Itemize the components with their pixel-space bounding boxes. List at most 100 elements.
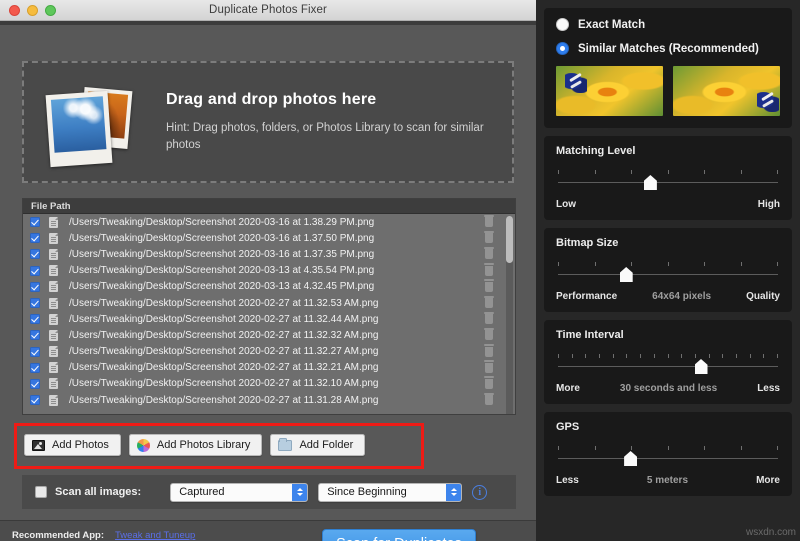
table-row[interactable]: /Users/Tweaking/Desktop/Screenshot 2020-…	[23, 392, 515, 408]
document-icon	[49, 217, 58, 228]
slider-left-label: Performance	[556, 291, 617, 302]
table-row[interactable]: /Users/Tweaking/Desktop/Screenshot 2020-…	[23, 311, 515, 327]
row-checkbox[interactable]	[30, 217, 40, 227]
table-row[interactable]: /Users/Tweaking/Desktop/Screenshot 2020-…	[23, 360, 515, 376]
delete-icon[interactable]	[485, 347, 493, 357]
match-mode-panel: Exact Match Similar Matches (Recommended)	[544, 8, 792, 128]
document-icon	[49, 314, 58, 325]
main-content-panel: Drag and drop photos here Hint: Drag pho…	[0, 21, 536, 541]
table-row[interactable]: /Users/Tweaking/Desktop/Screenshot 2020-…	[23, 263, 515, 279]
table-row[interactable]: /Users/Tweaking/Desktop/Screenshot 2020-…	[23, 344, 515, 360]
row-checkbox[interactable]	[30, 363, 40, 373]
scan-for-duplicates-button[interactable]: Scan for Duplicates	[322, 529, 476, 541]
button-label: Add Photos	[52, 439, 109, 451]
slider-ticks	[558, 262, 778, 266]
slider-track[interactable]	[558, 182, 778, 183]
row-checkbox[interactable]	[30, 330, 40, 340]
row-checkbox[interactable]	[30, 395, 40, 405]
delete-icon[interactable]	[485, 379, 493, 389]
scrollbar-thumb[interactable]	[506, 216, 513, 263]
table-row[interactable]: /Users/Tweaking/Desktop/Screenshot 2020-…	[23, 230, 515, 246]
scan-all-images-checkbox[interactable]	[35, 486, 47, 498]
add-buttons-group: Add Photos Add Photos Library Add Folder	[24, 434, 365, 456]
delete-icon[interactable]	[485, 282, 493, 292]
radio-button[interactable]	[556, 18, 569, 31]
add-photos-library-button[interactable]: Add Photos Library	[129, 434, 263, 456]
slider-knob[interactable]	[624, 451, 637, 466]
file-list: File Path /Users/Tweaking/Desktop/Screen…	[22, 198, 516, 415]
delete-icon[interactable]	[485, 395, 493, 405]
captured-select[interactable]: Captured	[170, 483, 308, 502]
table-row[interactable]: /Users/Tweaking/Desktop/Screenshot 2020-…	[23, 327, 515, 343]
slider-left-label: More	[556, 383, 580, 394]
delete-icon[interactable]	[485, 314, 493, 324]
slider-panel-gps: GPSLess5 metersMore	[544, 412, 792, 496]
slider-knob[interactable]	[620, 267, 633, 282]
slider-labels: More30 seconds and lessLess	[556, 383, 780, 394]
photo-icon	[32, 440, 45, 451]
slider-matching-level[interactable]	[558, 170, 778, 192]
watermark: wsxdn.com	[746, 527, 796, 538]
slider-time-interval[interactable]	[558, 354, 778, 376]
slider-ticks	[558, 354, 778, 358]
slider-panel-bitmap-size: Bitmap SizePerformance64x64 pixelsQualit…	[544, 228, 792, 312]
radio-similar[interactable]: Similar Matches (Recommended)	[556, 42, 780, 55]
row-checkbox[interactable]	[30, 282, 40, 292]
button-label: Add Folder	[299, 439, 353, 451]
slider-title: Matching Level	[556, 145, 780, 157]
settings-sidebar: Exact Match Similar Matches (Recommended)…	[536, 0, 800, 541]
slider-bitmap-size[interactable]	[558, 262, 778, 284]
row-checkbox[interactable]	[30, 233, 40, 243]
slider-ticks	[558, 446, 778, 450]
title-bar: Duplicate Photos Fixer	[0, 0, 536, 21]
slider-gps[interactable]	[558, 446, 778, 468]
slider-right-label: Less	[757, 383, 780, 394]
delete-icon[interactable]	[485, 233, 493, 243]
slider-track[interactable]	[558, 366, 778, 367]
scan-all-images-label: Scan all images:	[55, 486, 141, 498]
info-icon[interactable]: i	[472, 485, 487, 500]
file-path-text: /Users/Tweaking/Desktop/Screenshot 2020-…	[69, 298, 485, 309]
add-folder-button[interactable]: Add Folder	[270, 434, 365, 456]
folder-icon	[278, 440, 292, 451]
slider-track[interactable]	[558, 274, 778, 275]
delete-icon[interactable]	[485, 330, 493, 340]
row-checkbox[interactable]	[30, 298, 40, 308]
file-list-rows: /Users/Tweaking/Desktop/Screenshot 2020-…	[23, 214, 515, 408]
table-row[interactable]: /Users/Tweaking/Desktop/Screenshot 2020-…	[23, 376, 515, 392]
table-row[interactable]: /Users/Tweaking/Desktop/Screenshot 2020-…	[23, 214, 515, 230]
radio-button[interactable]	[556, 42, 569, 55]
file-path-text: /Users/Tweaking/Desktop/Screenshot 2020-…	[69, 314, 485, 325]
row-checkbox[interactable]	[30, 314, 40, 324]
file-list-scrollbar[interactable]	[506, 216, 513, 414]
delete-icon[interactable]	[485, 298, 493, 308]
slider-ticks	[558, 170, 778, 174]
slider-track[interactable]	[558, 458, 778, 459]
radio-exact[interactable]: Exact Match	[556, 18, 780, 31]
file-list-header: File Path	[23, 199, 515, 214]
slider-knob[interactable]	[644, 175, 657, 190]
drop-zone[interactable]: Drag and drop photos here Hint: Drag pho…	[22, 61, 514, 183]
drop-zone-text: Drag and drop photos here Hint: Drag pho…	[166, 91, 486, 153]
row-checkbox[interactable]	[30, 347, 40, 357]
table-row[interactable]: /Users/Tweaking/Desktop/Screenshot 2020-…	[23, 279, 515, 295]
table-row[interactable]: /Users/Tweaking/Desktop/Screenshot 2020-…	[23, 295, 515, 311]
delete-icon[interactable]	[485, 249, 493, 259]
row-checkbox[interactable]	[30, 266, 40, 276]
row-checkbox[interactable]	[30, 379, 40, 389]
app-window: Duplicate Photos Fixer Drag and drop pho…	[0, 0, 800, 541]
recommended-app-link[interactable]: Tweak and Tuneup	[115, 530, 195, 541]
delete-icon[interactable]	[485, 217, 493, 227]
chevron-updown-icon	[292, 484, 307, 501]
file-path-text: /Users/Tweaking/Desktop/Screenshot 2020-…	[69, 233, 485, 244]
slider-knob[interactable]	[695, 359, 708, 374]
slider-left-label: Less	[556, 475, 579, 486]
table-row[interactable]: /Users/Tweaking/Desktop/Screenshot 2020-…	[23, 246, 515, 262]
file-path-text: /Users/Tweaking/Desktop/Screenshot 2020-…	[69, 281, 485, 292]
since-select[interactable]: Since Beginning	[318, 483, 462, 502]
delete-icon[interactable]	[485, 363, 493, 373]
add-photos-button[interactable]: Add Photos	[24, 434, 121, 456]
file-list-body[interactable]: /Users/Tweaking/Desktop/Screenshot 2020-…	[23, 214, 515, 414]
delete-icon[interactable]	[485, 266, 493, 276]
row-checkbox[interactable]	[30, 249, 40, 259]
